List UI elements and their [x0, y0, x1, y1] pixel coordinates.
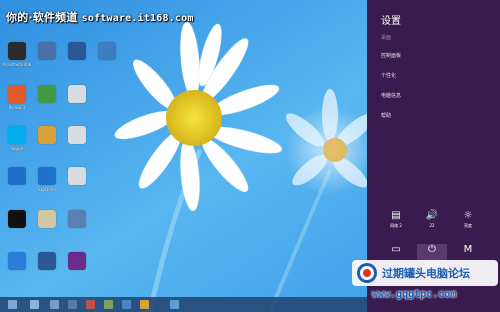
- watermark-site-name: 你的·软件频道: [6, 11, 78, 24]
- taskbar-button-app-3[interactable]: [86, 300, 95, 309]
- forum-name: 过期罐头电脑论坛: [382, 267, 470, 280]
- keyboard-icon: M: [463, 244, 473, 255]
- taskbar-button-app-1[interactable]: [50, 300, 59, 309]
- desktop-icon-skydrive[interactable]: SkyDrive: [32, 165, 62, 201]
- desktop-icon-file-3[interactable]: [62, 165, 92, 201]
- quick-setting-label: 22: [429, 223, 435, 228]
- desktop-icon-sogou[interactable]: [2, 165, 32, 201]
- taskbar-button-app-2[interactable]: [68, 300, 77, 309]
- taskbar-button-app-4[interactable]: [104, 300, 113, 309]
- desktop-icon-label: Picasa 3: [8, 105, 26, 110]
- taskbar-button-start[interactable]: [8, 300, 17, 309]
- settings-title: 设置: [381, 16, 401, 27]
- desktop-icon-network[interactable]: [92, 40, 122, 76]
- word-icon: [38, 252, 56, 270]
- desktop-icon-label: Assistant2008: [2, 62, 32, 67]
- desktop-icon-label: Skype: [10, 146, 24, 151]
- quick-setting-label: 亮度: [464, 223, 472, 228]
- desktop-icon-folder[interactable]: [32, 208, 62, 244]
- desktop-icon-file[interactable]: [62, 83, 92, 119]
- word-icon: [68, 42, 86, 60]
- file-icon: [68, 126, 86, 144]
- dragon-icon: [8, 42, 26, 60]
- desktop-icon-tool[interactable]: [32, 124, 62, 160]
- picasa-icon: [8, 85, 26, 103]
- settings-item-control-panel[interactable]: 控制面板: [381, 52, 401, 59]
- file-icon: [68, 167, 86, 185]
- desktop-icon-qq[interactable]: [2, 208, 32, 244]
- desktop-icon-computer[interactable]: [32, 40, 62, 76]
- desktop-icon-media[interactable]: [62, 250, 92, 286]
- power-icon: ⏻: [428, 244, 436, 255]
- forum-logo-badge: 过期罐头电脑论坛: [352, 260, 498, 286]
- settings-item-help[interactable]: 帮助: [381, 112, 391, 119]
- desktop-screen: 你的·软件频道 software.it168.com Assistant2008…: [0, 0, 500, 312]
- network-icon: [98, 42, 116, 60]
- qq-icon: [8, 210, 26, 228]
- desktop-icon-ie[interactable]: [2, 250, 32, 286]
- taskbar-button-app-7[interactable]: [170, 300, 179, 309]
- desktop-icon-skype[interactable]: Skype: [2, 124, 32, 160]
- desktop-icon-picasa[interactable]: Picasa 3: [2, 83, 32, 119]
- volume-icon: 🔊: [425, 210, 439, 221]
- cloud-icon: [38, 167, 56, 185]
- site-watermark: 你的·软件频道 software.it168.com: [6, 9, 194, 25]
- recycle-icon: [38, 85, 56, 103]
- quick-setting-brightness[interactable]: ☼ 亮度: [453, 210, 483, 234]
- brightness-icon: ☼: [463, 210, 473, 221]
- media-icon: [68, 252, 86, 270]
- network-icon: ▤: [391, 210, 401, 221]
- quick-setting-label: 网络 2: [390, 223, 402, 228]
- skype-icon: [8, 126, 26, 144]
- ie-icon: [8, 252, 26, 270]
- settings-subtitle: 桌面: [381, 35, 392, 41]
- desktop-icon-word-2[interactable]: [32, 250, 62, 286]
- computer-icon: [38, 42, 56, 60]
- desktop-icon-word-doc[interactable]: [62, 40, 92, 76]
- settings-item-pc-info[interactable]: 电脑信息: [381, 92, 401, 99]
- desktop-icon-file-2[interactable]: [62, 124, 92, 160]
- notifications-icon: ▭: [391, 244, 401, 255]
- taskbar-button-app-6[interactable]: [140, 300, 149, 309]
- desktop-icon-assistant[interactable]: Assistant2008: [2, 40, 32, 76]
- forum-logo-icon: [357, 263, 377, 283]
- forum-url: www.gqgtpc.com: [372, 289, 457, 300]
- desktop-icon-window[interactable]: [62, 208, 92, 244]
- file-icon: [68, 85, 86, 103]
- taskbar-button-app-5[interactable]: [122, 300, 131, 309]
- folder-icon: [38, 210, 56, 228]
- tool-icon: [38, 126, 56, 144]
- taskbar-button-explorer[interactable]: [30, 300, 39, 309]
- desktop-icon-recycle[interactable]: [32, 83, 62, 119]
- window-icon: [68, 210, 86, 228]
- quick-setting-network[interactable]: ▤ 网络 2: [381, 210, 411, 234]
- watermark-site-url: software.it168.com: [81, 13, 194, 24]
- quick-setting-volume[interactable]: 🔊 22: [417, 210, 447, 234]
- desktop-icon-label: SkyDrive: [38, 187, 56, 192]
- sogou-icon: [8, 167, 26, 185]
- settings-item-personalize[interactable]: 个性化: [381, 72, 396, 79]
